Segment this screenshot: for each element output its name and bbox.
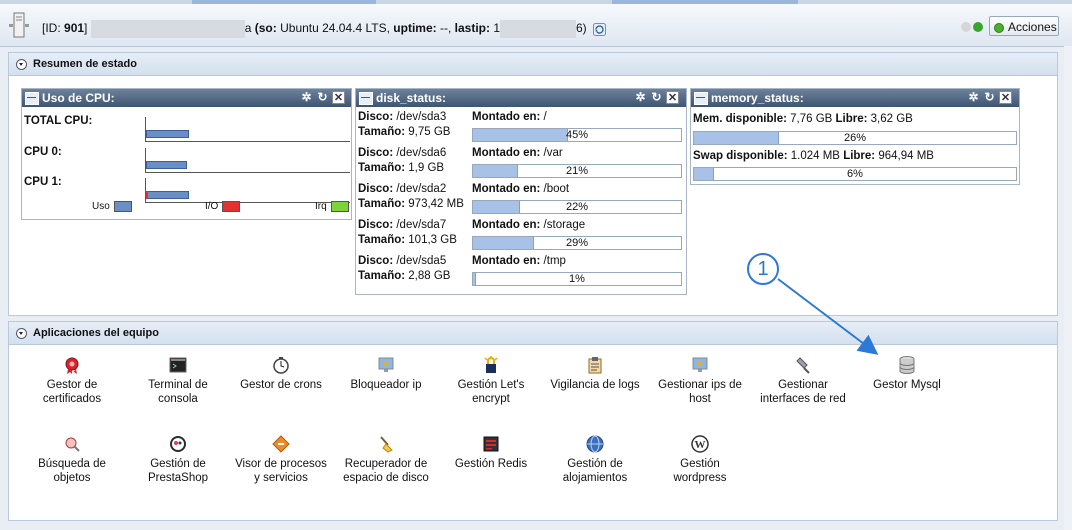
- annotation-arrow: [777, 278, 879, 355]
- annotation-callout: 1: [747, 253, 779, 285]
